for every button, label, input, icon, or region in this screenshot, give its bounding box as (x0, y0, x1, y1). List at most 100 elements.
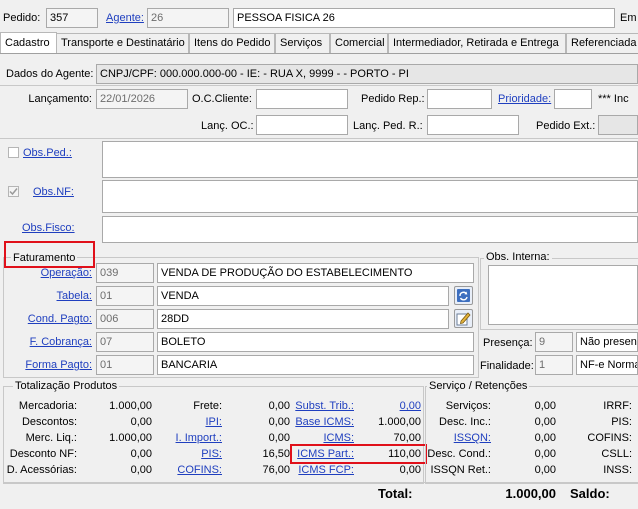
prioridade-link[interactable]: Prioridade: (498, 93, 551, 105)
obs-ped-memo[interactable] (102, 141, 638, 178)
descontos-label: Descontos: (21, 416, 77, 428)
presenca-desc-field[interactable]: Não presen (576, 332, 638, 352)
tabela-lookup-button[interactable] (454, 286, 473, 305)
pedido-number-field[interactable]: 357 (46, 8, 98, 28)
pedido-rep-field[interactable] (427, 89, 492, 109)
issqn-link[interactable]: ISSQN: (420, 432, 491, 444)
tab-servicos[interactable]: Serviços (275, 33, 330, 53)
frete-value: 0,00 (268, 400, 290, 412)
saldo-label: Saldo: (570, 486, 610, 501)
agente-link[interactable]: Agente: (106, 12, 144, 24)
prioridade-text: *** Inc (598, 93, 629, 105)
separator (0, 85, 638, 86)
cond-pagto-link[interactable]: Cond. Pagto: (10, 313, 92, 325)
oc-cliente-label: O.C.Cliente: (192, 93, 252, 105)
cond-pagto-code-field[interactable]: 006 (96, 309, 154, 329)
pedido-ext-field (598, 115, 638, 135)
operacao-desc-field[interactable]: VENDA DE PRODUÇÃO DO ESTABELECIMENTO (157, 263, 474, 283)
finalidade-code-field[interactable]: 1 (535, 355, 573, 375)
obs-nf-memo[interactable] (102, 180, 638, 213)
operacao-code-field[interactable]: 039 (96, 263, 154, 283)
base-icms-value: 1.000,00 (378, 416, 421, 428)
f-cobranca-code-field[interactable]: 07 (96, 332, 154, 352)
tabela-desc-field[interactable]: VENDA (157, 286, 449, 306)
pis-value: 16,50 (262, 448, 290, 460)
irrf-label: IRRF: (603, 400, 632, 412)
agent-data-label: Dados do Agente: (6, 68, 94, 80)
tab-comercial[interactable]: Comercial (330, 33, 388, 53)
mercadoria-label: Mercadoria: (18, 400, 77, 412)
refresh-icon (457, 289, 470, 302)
icms-link[interactable]: ICMS: (290, 432, 354, 444)
d-acessorias-label: D. Acessórias: (6, 464, 77, 476)
frete-label: Frete: (193, 400, 222, 412)
csll-label: CSLL: (601, 448, 632, 460)
pedido-label: Pedido: (3, 12, 41, 24)
tabela-link[interactable]: Tabela: (10, 290, 92, 302)
icms-fcp-link[interactable]: ICMS FCP: (290, 464, 354, 476)
forma-pagto-link[interactable]: Forma Pagto: (10, 359, 92, 371)
obs-fisco-memo[interactable] (102, 216, 638, 243)
cond-pagto-desc-field[interactable]: 28DD (157, 309, 449, 329)
cofins-link[interactable]: COFINS: (155, 464, 222, 476)
obs-interna-label: Obs. Interna: (484, 251, 552, 263)
finalidade-desc-field[interactable]: NF-e Norma (576, 355, 638, 375)
tab-transporte[interactable]: Transporte e Destinatário (56, 33, 189, 53)
totalizacao-produtos-title: Totalização Produtos (13, 380, 120, 392)
i-import-value: 0,00 (268, 432, 290, 444)
ipi-link[interactable]: IPI: (155, 416, 222, 428)
obs-nf-checkbox[interactable] (8, 186, 19, 197)
lancamento-field[interactable]: 22/01/2026 (96, 89, 188, 109)
merc-liq-label: Merc. Liq.: (25, 432, 77, 444)
lanc-oc-field[interactable] (256, 115, 348, 135)
total-label: Total: (378, 486, 413, 501)
tab-intermediador[interactable]: Intermediador, Retirada e Entrega (388, 33, 566, 53)
lanc-ped-r-label: Lanç. Ped. R.: (353, 120, 423, 132)
subst-trib-value[interactable]: 0,00 (355, 400, 421, 412)
presenca-code-field[interactable]: 9 (535, 332, 573, 352)
mercadoria-value: 1.000,00 (109, 400, 152, 412)
tab-cadastro[interactable]: Cadastro (0, 32, 57, 53)
servicos-value: 0,00 (534, 400, 556, 412)
f-cobranca-link[interactable]: F. Cobrança: (10, 336, 92, 348)
forma-pagto-code-field[interactable]: 01 (96, 355, 154, 375)
obs-interna-memo[interactable] (488, 265, 638, 325)
obs-nf-link[interactable]: Obs.NF: (33, 186, 74, 198)
merc-liq-value: 1.000,00 (109, 432, 152, 444)
pis-link[interactable]: PIS: (155, 448, 222, 460)
icms-part-highlight (290, 444, 427, 464)
separator (0, 138, 638, 139)
operacao-link[interactable]: Operação: (10, 267, 92, 279)
f-cobranca-desc-field[interactable]: BOLETO (157, 332, 474, 352)
obs-ped-checkbox[interactable] (8, 147, 19, 158)
obs-fisco-link[interactable]: Obs.Fisco: (22, 222, 75, 234)
servicos-label: Serviços: (445, 400, 491, 412)
desconto-nf-value: 0,00 (130, 448, 152, 460)
lancamento-label: Lançamento: (28, 93, 92, 105)
tab-bar: Cadastro Transporte e Destinatário Itens… (0, 32, 638, 54)
emissao-label-cut: Em (620, 12, 637, 24)
prioridade-field[interactable] (554, 89, 592, 109)
oc-cliente-field[interactable] (256, 89, 348, 109)
descontos-value: 0,00 (130, 416, 152, 428)
desc-inc-label: Desc. Inc.: (439, 416, 491, 428)
cond-pagto-edit-button[interactable] (454, 309, 473, 328)
icms-fcp-value: 0,00 (399, 464, 421, 476)
tabela-code-field[interactable]: 01 (96, 286, 154, 306)
agente-name-field[interactable]: PESSOA FISICA 26 (233, 8, 615, 28)
inss-label: INSS: (603, 464, 632, 476)
agente-code-field[interactable]: 26 (147, 8, 229, 28)
tab-referenciada[interactable]: Referenciada (566, 33, 638, 53)
obs-ped-link[interactable]: Obs.Ped.: (23, 147, 72, 159)
servico-retencoes-title: Serviço / Retenções (427, 380, 530, 392)
forma-pagto-desc-field[interactable]: BANCARIA (157, 355, 474, 375)
tab-itens[interactable]: Itens do Pedido (189, 33, 275, 53)
desc-cond-value: 0,00 (534, 448, 556, 460)
i-import-link[interactable]: I. Import.: (155, 432, 222, 444)
lanc-ped-r-field[interactable] (427, 115, 519, 135)
check-icon (9, 188, 18, 196)
base-icms-link[interactable]: Base ICMS: (290, 416, 354, 428)
subst-trib-link[interactable]: Subst. Trib.: (290, 400, 354, 412)
issqn-value: 0,00 (534, 432, 556, 444)
desc-cond-label: Desc. Cond.: (427, 448, 491, 460)
